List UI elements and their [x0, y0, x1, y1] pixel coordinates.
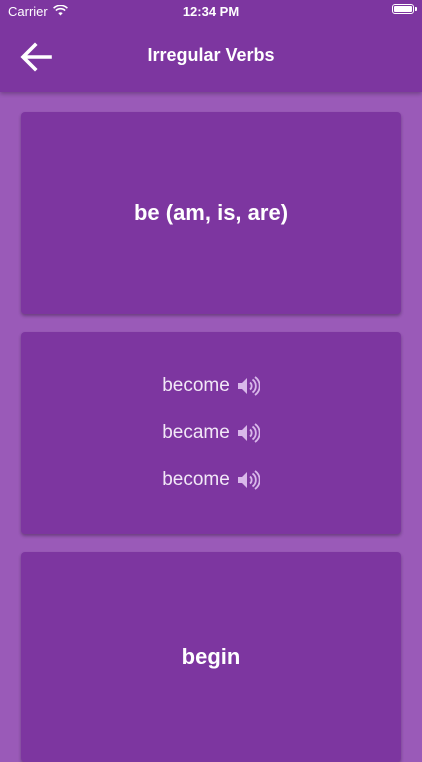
- nav-bar: Irregular Verbs: [0, 22, 422, 92]
- verb-form-row: become: [162, 457, 260, 504]
- verb-forms-card[interactable]: become became become: [21, 332, 401, 534]
- speaker-icon[interactable]: [236, 375, 260, 397]
- status-bar: Carrier 12:34 PM: [0, 0, 422, 22]
- verb-form-row: became: [162, 410, 260, 457]
- verb-word: be (am, is, are): [133, 200, 289, 225]
- verb-card[interactable]: be (am, is, are): [21, 112, 401, 314]
- status-time: 12:34 PM: [182, 4, 240, 19]
- battery-icon: [392, 4, 417, 14]
- verb-card[interactable]: begin: [21, 552, 401, 762]
- verb-form-past: became: [162, 422, 230, 443]
- top-bar: Carrier 12:34 PM Irregular Verbs: [0, 0, 422, 92]
- verb-word: begin: [181, 644, 241, 669]
- speaker-icon[interactable]: [236, 422, 260, 444]
- verb-form-row: become: [162, 363, 260, 410]
- verb-form-participle: become: [162, 469, 230, 490]
- page-title: Irregular Verbs: [147, 45, 275, 65]
- speaker-icon[interactable]: [236, 469, 260, 491]
- verb-form-base: become: [162, 375, 230, 396]
- status-right: [392, 4, 417, 14]
- card-list: be (am, is, are) become became become be…: [0, 92, 422, 762]
